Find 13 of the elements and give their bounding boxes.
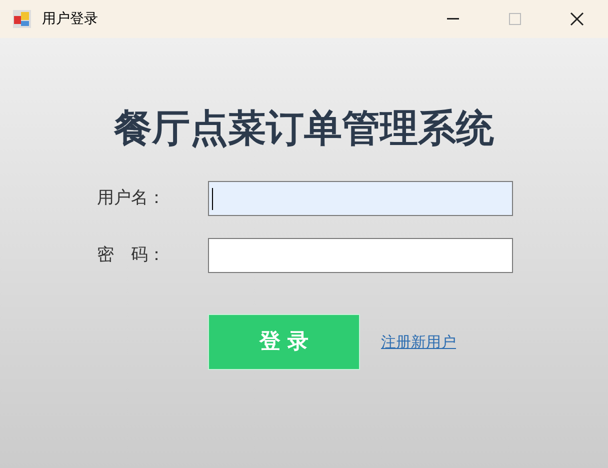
window-title: 用户登录 <box>42 10 98 28</box>
register-link[interactable]: 注册新用户 <box>381 330 456 354</box>
login-button[interactable]: 登 录 <box>208 314 360 370</box>
text-cursor <box>212 188 213 210</box>
input-field[interactable] <box>208 181 513 216</box>
maximize-icon <box>509 13 521 25</box>
minimize-icon <box>447 18 459 20</box>
system-heading: 餐厅点菜订单管理系统 <box>112 105 495 152</box>
app-icon <box>12 9 32 29</box>
input-field[interactable] <box>208 238 513 273</box>
close-icon <box>570 12 584 26</box>
field-label: 密 码： <box>97 244 166 267</box>
field-label: 用户名： <box>97 186 166 210</box>
